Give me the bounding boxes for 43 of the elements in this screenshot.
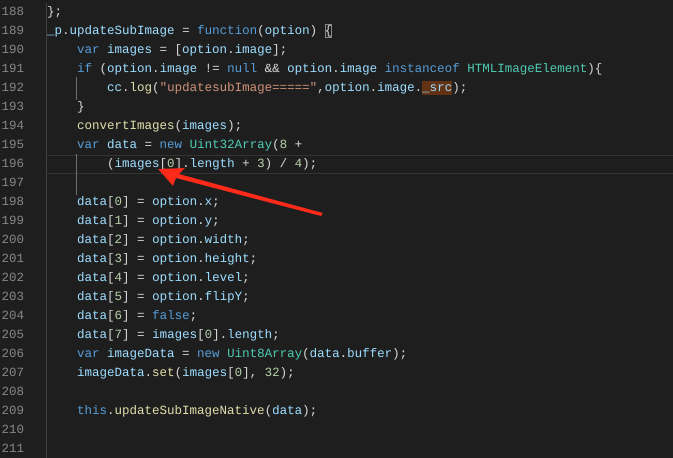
code-line: var images = [option.image]; — [76, 42, 288, 59]
line-number: 198 — [0, 194, 24, 211]
code-line: data[3] = option.height; — [76, 251, 258, 268]
line-number: 205 — [0, 327, 24, 344]
line-number: 194 — [0, 118, 24, 135]
code-line: data[1] = option.y; — [76, 213, 220, 230]
code-line: if (option.image != null && option.image instanceof HTMLImageElement){ — [76, 61, 602, 78]
line-number: 189 — [0, 23, 24, 40]
code-line: } — [76, 99, 85, 116]
line-number: 197 — [0, 175, 24, 192]
line-number: 203 — [0, 289, 24, 306]
line-number: 208 — [0, 384, 24, 401]
line-number: 207 — [0, 365, 24, 382]
line-number: 211 — [0, 441, 24, 458]
code-line: }; — [47, 4, 62, 21]
line-number: 202 — [0, 270, 24, 287]
line-number: 210 — [0, 422, 24, 439]
line-number: 196 — [0, 156, 24, 173]
code-line: data[7] = images[0].length; — [76, 327, 280, 344]
line-number: 206 — [0, 346, 24, 363]
code-line: this.updateSubImageNative(data); — [76, 403, 318, 420]
code-line: data[4] = option.level; — [76, 270, 250, 287]
line-number: 199 — [0, 213, 24, 230]
code-line: convertImages(images); — [76, 118, 242, 135]
code-line: _p.updateSubImage = function(option) { — [47, 23, 332, 40]
line-number: 188 — [0, 4, 24, 21]
line-number: 200 — [0, 232, 24, 249]
line-number: 195 — [0, 137, 24, 154]
line-number: 192 — [0, 80, 24, 97]
line-number: 201 — [0, 251, 24, 268]
code-line: data[6] = false; — [76, 308, 198, 325]
line-number: 193 — [0, 99, 24, 116]
code-line: data[2] = option.width; — [76, 232, 250, 249]
code-line: imageData.set(images[0], 32); — [76, 365, 295, 382]
code-line: var imageData = new Uint8Array(data.buffer); — [76, 346, 408, 363]
line-number: 209 — [0, 403, 24, 420]
line-number: 190 — [0, 42, 24, 59]
code-line: data[5] = option.flipY; — [76, 289, 250, 306]
line-number: 204 — [0, 308, 24, 325]
code-line: var data = new Uint32Array(8 + — [76, 137, 302, 154]
code-line: data[0] = option.x; — [76, 194, 220, 211]
code-line: cc.log("updatesubImage=====",option.image._src); — [106, 80, 468, 97]
line-number: 191 — [0, 61, 24, 78]
